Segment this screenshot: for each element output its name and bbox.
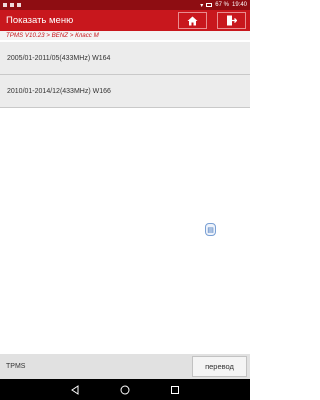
- clipboard-icon: ▤: [207, 226, 214, 234]
- home-icon: [187, 16, 198, 25]
- recents-button[interactable]: [169, 384, 181, 396]
- footer-label: TPMS: [6, 363, 26, 370]
- clock: 19:40: [231, 2, 247, 8]
- notification-icons: [3, 3, 21, 7]
- wifi-icon: ▾: [200, 2, 204, 9]
- model-list: 2005/01-2011/05(433MHz) W164 2010/01-201…: [0, 42, 250, 108]
- notification-icon: [10, 3, 14, 7]
- home-circle-icon: [120, 385, 130, 394]
- page-title: Показать меню: [6, 15, 74, 26]
- back-button[interactable]: [69, 384, 81, 396]
- home-button[interactable]: [178, 12, 207, 29]
- battery-level: 67 %: [215, 2, 229, 8]
- breadcrumb: TPMS V10.23 > BENZ > Класс M: [0, 31, 250, 40]
- translate-button[interactable]: перевод: [192, 356, 247, 377]
- status-bar: ▾ 67 % 19:40: [0, 0, 250, 10]
- floating-clipboard-button[interactable]: ▤: [205, 223, 216, 236]
- notification-icon: [3, 3, 7, 7]
- recents-icon: [171, 385, 179, 394]
- status-right: ▾ 67 % 19:40: [200, 2, 247, 9]
- home-nav-button[interactable]: [119, 384, 131, 396]
- list-item[interactable]: 2010/01-2014/12(433MHz) W166: [0, 75, 250, 108]
- app-bar: Показать меню: [0, 10, 250, 31]
- notification-icon: [17, 3, 21, 7]
- battery-icon: [206, 3, 213, 7]
- exit-button[interactable]: [217, 12, 246, 29]
- list-item[interactable]: 2005/01-2011/05(433MHz) W164: [0, 42, 250, 75]
- exit-icon: [227, 15, 237, 26]
- footer-bar: TPMS перевод: [0, 354, 250, 379]
- back-icon: [71, 384, 79, 395]
- navigation-bar: [0, 379, 250, 400]
